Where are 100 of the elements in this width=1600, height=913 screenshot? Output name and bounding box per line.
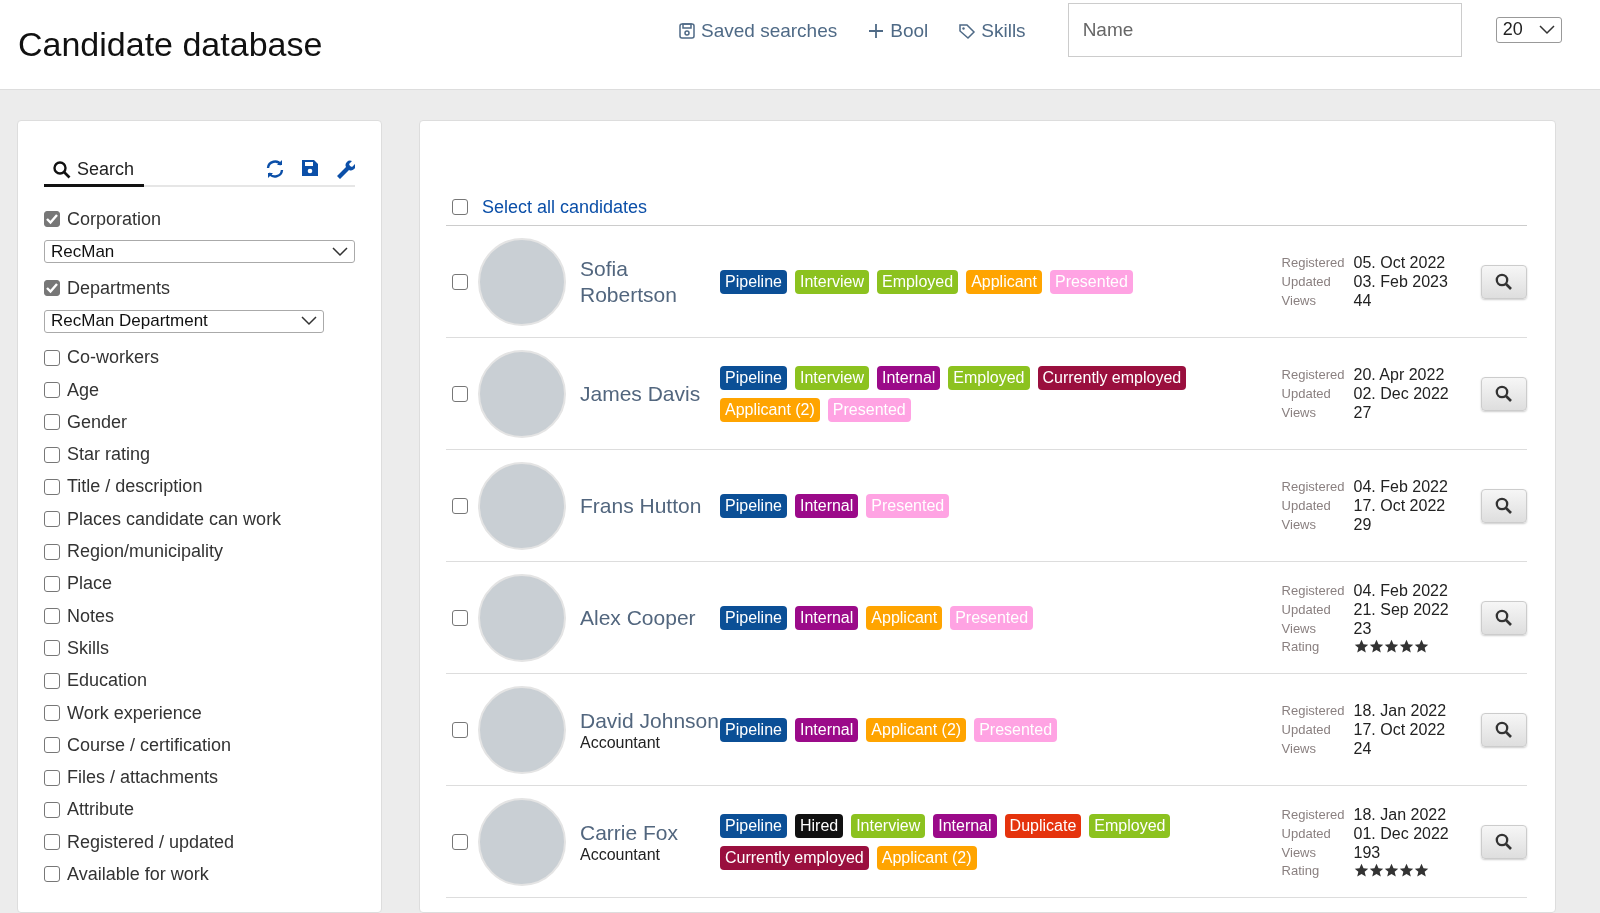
candidate-name[interactable]: Carrie Fox [580,819,720,846]
checkbox[interactable] [44,834,60,851]
search-icon [1494,832,1513,851]
checkbox[interactable] [452,385,468,402]
checkbox[interactable] [44,382,60,399]
filter-label: Skills [67,637,109,659]
candidate-name[interactable]: Frans Hutton [580,492,720,519]
checkbox[interactable] [44,705,60,721]
checkbox[interactable] [44,575,60,592]
search-tab[interactable]: Search [44,159,145,187]
checkbox[interactable] [452,833,468,850]
status-tag: Presented [866,493,950,518]
header-link[interactable]: Saved searches [678,19,838,42]
status-tag: Employed [948,365,1030,390]
status-tag: Presented [974,717,1058,742]
filter-label: Available for work [67,864,209,885]
meta-label: Registered [1281,367,1346,382]
checkbox[interactable] [44,737,60,754]
checkbox[interactable] [44,866,60,883]
status-tag: Employed [876,269,959,294]
checkbox[interactable] [452,497,468,514]
filter-label: Work experience [67,702,202,724]
checkbox[interactable] [44,349,60,366]
filter-dropdown[interactable]: RecMan [44,240,355,264]
meta-label: Registered [1281,479,1346,494]
status-tag: Internal [876,365,941,390]
search-button[interactable] [1480,600,1527,635]
search-button[interactable] [1480,488,1527,523]
candidate-title: Accountant [580,845,662,864]
save-icon[interactable] [301,159,319,177]
candidate-name[interactable]: Sofia Robertson [580,255,720,308]
meta-label: Views [1281,845,1317,860]
checkbox[interactable] [44,446,60,463]
status-tag: Pipeline [720,813,787,838]
search-button[interactable] [1480,824,1527,859]
status-tag: Pipeline [720,365,787,390]
filter-dropdown[interactable]: RecMan Department [44,309,324,333]
header-link[interactable]: Bool [867,19,929,42]
checkbox[interactable] [44,769,60,786]
checkbox[interactable] [452,199,468,215]
meta-label: Views [1281,621,1317,636]
search-button[interactable] [1480,264,1527,299]
status-tag: Applicant [966,269,1042,294]
header-link[interactable]: Skills [958,19,1026,42]
search-button[interactable] [1480,712,1527,747]
checkbox[interactable] [452,721,468,738]
search-icon [1494,608,1513,627]
status-tag: Applicant (2) [876,845,977,870]
meta-value: 01. Dec 2022 [1353,824,1450,843]
meta-value: 17. Oct 2022 [1353,720,1447,739]
meta-label: Rating [1281,638,1321,654]
check-icon [45,281,59,296]
filter-label: Title / description [67,476,203,498]
meta-value: 24 [1353,739,1373,758]
star-icon [1413,638,1429,654]
wrench-icon[interactable] [335,159,355,179]
caret-icon [332,246,348,257]
search-button[interactable] [1480,376,1527,411]
checkbox[interactable] [44,640,60,657]
checkbox[interactable] [44,511,60,528]
checkbox[interactable] [44,543,60,560]
candidate-name[interactable]: David Johnson [580,707,720,734]
filter-label: Departments [67,277,171,299]
page-size-dropdown[interactable]: 20 [1495,16,1562,43]
checkbox[interactable] [44,280,60,297]
caret-icon [1538,24,1555,35]
select-all-link[interactable]: Select all candidates [482,196,648,218]
status-tag: Presented [827,397,911,422]
check-icon [45,212,59,227]
meta-label: Updated [1281,722,1332,737]
search-icon [1494,720,1513,739]
meta-label: Updated [1281,826,1332,841]
search-icon [1494,496,1513,515]
meta-label: Updated [1281,386,1332,401]
checkbox[interactable] [44,211,60,228]
filter-label: Co-workers [67,347,159,369]
checkbox[interactable] [44,414,60,431]
status-tag: Currently employed [1037,365,1187,390]
checkbox[interactable] [44,478,60,495]
status-tag: Pipeline [720,717,787,742]
meta-label: Views [1281,405,1317,420]
checkbox[interactable] [452,609,468,626]
checkbox[interactable] [452,273,468,290]
status-tag: Interview [794,365,869,390]
star-icon [1353,638,1369,654]
refresh-icon[interactable] [265,159,285,179]
search-icon [1494,272,1513,291]
meta-value: 03. Feb 2023 [1353,272,1449,291]
meta-value: 17. Oct 2022 [1353,496,1447,515]
search-icon [1494,384,1513,403]
meta-value: 21. Sep 2022 [1353,600,1450,619]
candidate-name[interactable]: Alex Cooper [580,604,720,631]
meta-value: 04. Feb 2022 [1353,581,1449,600]
name-search-field[interactable]: Name [1067,2,1462,57]
meta-label: Views [1281,517,1317,532]
checkbox[interactable] [44,672,60,689]
candidate-name[interactable]: James Davis [580,380,720,407]
checkbox[interactable] [44,608,60,625]
status-tag: Pipeline [720,605,787,630]
checkbox[interactable] [44,801,60,818]
